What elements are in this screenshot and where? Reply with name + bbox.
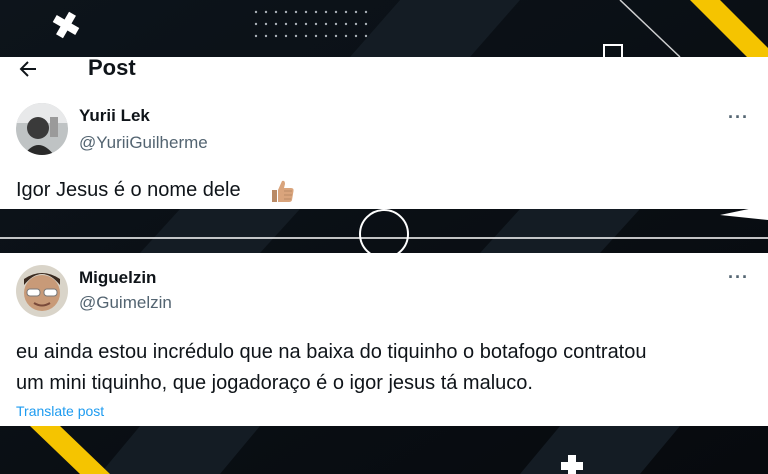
more-options-icon[interactable]: ···: [728, 107, 749, 128]
post-card-2[interactable]: Miguelzin @Guimelzin ··· eu ainda estou …: [0, 253, 768, 426]
post-text-line-1: eu ainda estou incrédulo que na baixa do…: [16, 341, 647, 363]
post-header-bar: Post: [0, 55, 768, 97]
display-name[interactable]: Yurii Lek: [79, 106, 150, 126]
display-name[interactable]: Miguelzin: [79, 268, 156, 288]
more-options-icon[interactable]: ···: [728, 267, 749, 288]
page-title: Post: [88, 55, 136, 80]
user-handle[interactable]: @YuriiGuilherme: [79, 133, 208, 153]
avatar[interactable]: [16, 103, 68, 155]
avatar[interactable]: [16, 265, 68, 317]
post-card-1[interactable]: Post Yurii Lek @YuriiGuilherme ··· Igor …: [0, 55, 768, 210]
post-text: Igor Jesus é o nome dele: [16, 179, 241, 201]
translate-post-link[interactable]: Translate post: [16, 403, 104, 419]
post-text-line-2: um mini tiquinho, que jogadoraço é o igo…: [16, 372, 533, 394]
arrow-left-icon[interactable]: [16, 57, 42, 83]
user-handle[interactable]: @Guimelzin: [79, 293, 172, 313]
thumbs-up-icon: [268, 177, 296, 210]
